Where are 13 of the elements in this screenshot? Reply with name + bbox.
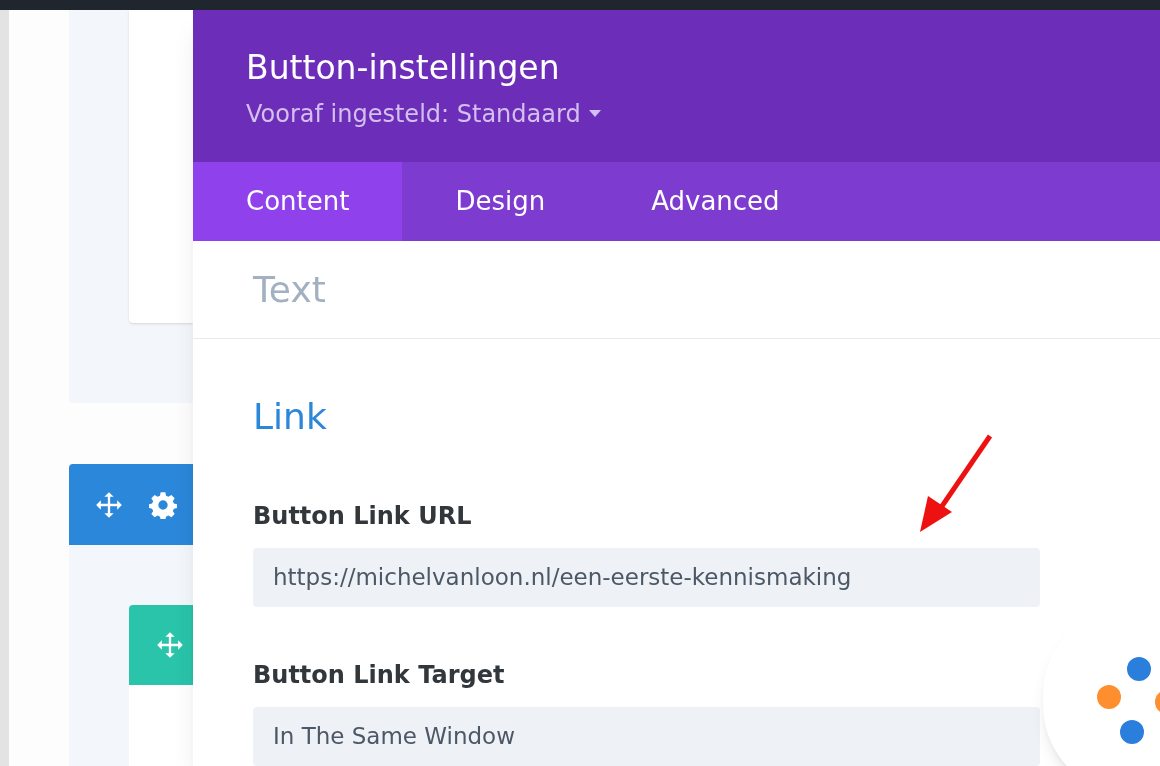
input-field[interactable]: In The Same Window (253, 707, 1040, 766)
move-icon[interactable] (95, 490, 123, 519)
dots-icon (1097, 657, 1160, 747)
modal-title: Button-instellingen (246, 47, 561, 89)
settings-icon[interactable] (149, 490, 177, 519)
field-label: Button Link URL (253, 501, 473, 532)
tab[interactable]: Content (193, 161, 403, 241)
section-toggle[interactable]: Link (253, 399, 327, 435)
input-field[interactable]: https://michelvanloon.nl/een-eerste-kennismaking (253, 548, 1040, 607)
move-icon[interactable] (156, 631, 184, 659)
preset-dropdown[interactable]: Vooraf ingesteld: Standaard (246, 96, 601, 133)
caret-icon (588, 110, 601, 119)
field-label: Button Link Target (253, 660, 506, 691)
